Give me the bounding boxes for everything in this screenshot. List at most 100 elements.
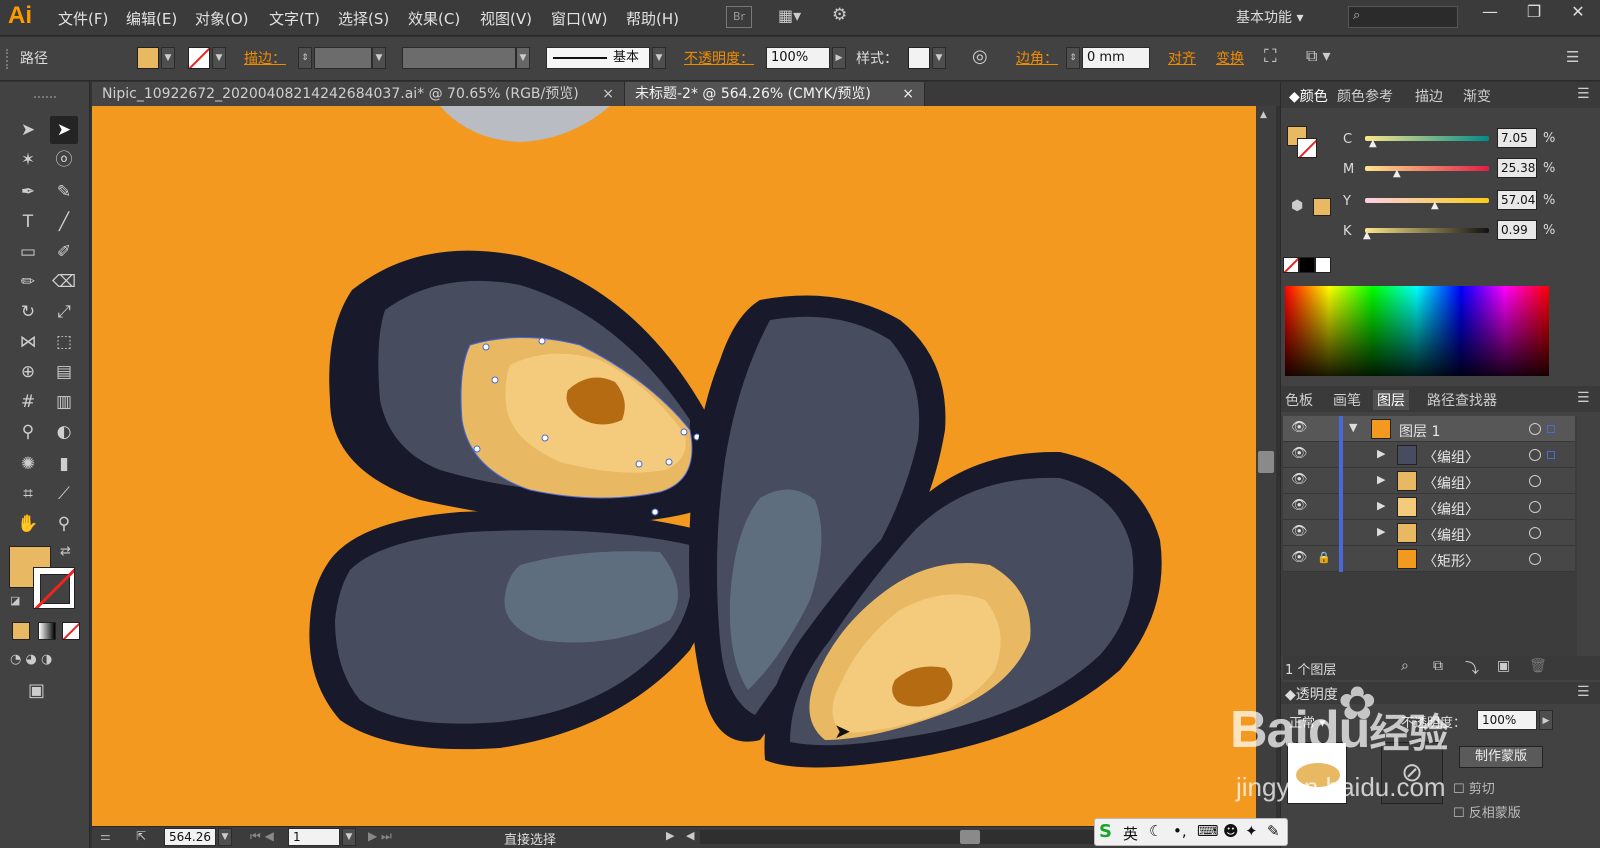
clip-checkbox[interactable]: ☐ 剪切	[1453, 778, 1495, 797]
graphic-style-dropdown[interactable]: ▼	[932, 47, 946, 69]
menu-file[interactable]: 文件(F)	[58, 8, 108, 29]
search-input[interactable]: ⌕	[1348, 6, 1458, 28]
zoom-tool-icon[interactable]: ⚲	[50, 510, 78, 538]
menu-edit[interactable]: 编辑(E)	[126, 8, 177, 29]
color-mode-icon[interactable]	[12, 622, 30, 640]
slider-k-thumb[interactable]: ▲	[1363, 230, 1371, 241]
share-icon[interactable]: ⇱	[136, 829, 146, 843]
stroke-weight-dropdown[interactable]: ▼	[372, 47, 386, 69]
color-spectrum[interactable]	[1285, 286, 1549, 376]
ime-skin-icon[interactable]: ✦	[1245, 822, 1258, 840]
none-swatch[interactable]	[1283, 257, 1299, 273]
stroke-color-box[interactable]	[33, 567, 75, 609]
transform-options-icon[interactable]: ⧉ ▾	[1306, 46, 1331, 66]
default-colors-icon[interactable]: ◪	[10, 594, 20, 607]
screen-mode-icon[interactable]: ▣	[28, 680, 45, 701]
target-circle-icon[interactable]	[1529, 475, 1541, 487]
target-circle-icon[interactable]	[1529, 423, 1541, 435]
slider-y-thumb[interactable]: ▲	[1431, 200, 1439, 211]
corner-stepper[interactable]: ⇕	[1066, 47, 1080, 69]
zoom-field[interactable]: 564.26	[164, 828, 216, 846]
tab-untitled-2[interactable]: 未标题-2* @ 564.26% (CMYK/预览) ×	[625, 82, 925, 106]
layer-row[interactable]: 👁 ▼ 图层 1	[1283, 416, 1575, 442]
magic-wand-tool-icon[interactable]: ✶	[14, 146, 42, 174]
make-mask-button[interactable]: 制作蒙版	[1459, 746, 1543, 768]
ime-tools-icon[interactable]: ✎	[1267, 822, 1280, 840]
ime-toolbar[interactable]: S 英 ☾ •, ⌨ ☻ ✦ ✎	[1094, 818, 1288, 846]
menu-effect[interactable]: 效果(C)	[408, 8, 460, 29]
tab-nipic[interactable]: Nipic_10922672_20200408214242684037.ai* …	[92, 82, 625, 106]
tab-brushes[interactable]: 画笔	[1333, 390, 1361, 410]
tab-layers[interactable]: 图层	[1373, 390, 1409, 410]
bridge-button[interactable]: Br	[726, 6, 752, 28]
control-bar-menu-icon[interactable]: ☰	[1566, 48, 1579, 66]
selection-tool-icon[interactable]: ➤	[14, 116, 42, 144]
out-of-gamut-swatch[interactable]	[1313, 198, 1331, 216]
layer-row[interactable]: 👁 🔒 〈矩形〉	[1283, 546, 1575, 572]
tab-gradient[interactable]: 渐变	[1463, 86, 1491, 106]
target-circle-icon[interactable]	[1529, 527, 1541, 539]
target-circle-icon[interactable]	[1529, 449, 1541, 461]
slice-tool-icon[interactable]: ⟋	[50, 480, 78, 508]
visibility-eye-icon[interactable]: 👁	[1291, 524, 1308, 539]
free-transform-tool-icon[interactable]: ⬚	[50, 328, 78, 356]
slider-m-value[interactable]: 25.38	[1497, 158, 1537, 178]
ime-user-icon[interactable]: ☻	[1223, 822, 1239, 840]
arrange-documents-icon[interactable]: ▦▾	[778, 6, 812, 28]
isolate-object-icon[interactable]: ⛶	[1264, 46, 1277, 67]
slider-y-value[interactable]: 57.04	[1497, 190, 1537, 210]
expand-triangle-icon[interactable]: ▶	[1377, 499, 1385, 512]
expand-triangle-icon[interactable]: ▼	[1349, 421, 1357, 434]
stroke-weight-field[interactable]	[314, 47, 372, 69]
ime-keyboard-icon[interactable]: ⌨	[1197, 822, 1219, 840]
gpu-performance-icon[interactable]: ⚙	[832, 5, 847, 25]
gradient-tool-icon[interactable]: ▥	[50, 388, 78, 416]
curvature-tool-icon[interactable]: ✎	[50, 178, 78, 206]
visibility-eye-icon[interactable]: 👁	[1291, 472, 1308, 487]
transparency-opacity-dropdown[interactable]: ▶	[1539, 710, 1553, 730]
eyedropper-tool-icon[interactable]: ⚲	[14, 418, 42, 446]
lasso-tool-icon[interactable]: ⓞ	[50, 146, 78, 174]
rectangle-tool-icon[interactable]: ▭	[14, 238, 42, 266]
layer-row[interactable]: 👁 ▶ 〈编组〉	[1283, 442, 1575, 468]
tab-color[interactable]: ◆颜色	[1289, 86, 1328, 106]
scroll-left-icon[interactable]: ◀	[686, 829, 694, 842]
column-graph-tool-icon[interactable]: ▮	[50, 450, 78, 478]
slider-c-value[interactable]: 7.05	[1497, 128, 1537, 148]
variable-width-dropdown[interactable]: ▼	[516, 47, 530, 69]
slider-c-thumb[interactable]: ▲	[1369, 138, 1377, 149]
visibility-eye-icon[interactable]: 👁	[1291, 446, 1308, 461]
brush-style-field[interactable]: 基本	[546, 47, 650, 69]
menu-object[interactable]: 对象(O)	[195, 8, 249, 29]
stroke-swatch[interactable]	[1297, 138, 1317, 158]
fill-dropdown[interactable]: ▼	[161, 47, 175, 69]
tab-stroke[interactable]: 描边	[1415, 86, 1443, 106]
line-tool-icon[interactable]: ╱	[50, 208, 78, 236]
new-sublayer-icon[interactable]: ⤵	[1465, 658, 1479, 678]
corner-radius-field[interactable]: 0 mm	[1082, 47, 1150, 69]
artboard-dropdown[interactable]: ▼	[342, 828, 356, 846]
expand-triangle-icon[interactable]: ▶	[1377, 447, 1385, 460]
panel-menu-icon[interactable]: ☰	[1577, 684, 1590, 700]
visibility-eye-icon[interactable]: 👁	[1291, 498, 1308, 513]
shape-builder-tool-icon[interactable]: ⊕	[14, 358, 42, 386]
visibility-eye-icon[interactable]: 👁	[1291, 550, 1308, 565]
artboard-tool-icon[interactable]: ⌗	[14, 480, 42, 508]
artboard-number-field[interactable]: 1	[288, 828, 340, 846]
stroke-label[interactable]: 描边：	[244, 48, 286, 68]
ime-moon-icon[interactable]: ☾	[1149, 822, 1162, 840]
width-tool-icon[interactable]: ⋈	[14, 328, 42, 356]
slider-m-track[interactable]	[1365, 166, 1489, 171]
none-mode-icon[interactable]	[62, 622, 80, 640]
menu-select[interactable]: 选择(S)	[338, 8, 389, 29]
corner-label[interactable]: 边角：	[1016, 48, 1058, 68]
tab-color-guide[interactable]: 颜色参考	[1337, 86, 1393, 106]
pencil-tool-icon[interactable]: ✏	[14, 268, 42, 296]
lock-icon[interactable]: 🔒	[1317, 551, 1331, 564]
symbol-sprayer-tool-icon[interactable]: ✺	[14, 450, 42, 478]
stroke-swatch[interactable]	[188, 47, 210, 69]
invert-mask-checkbox[interactable]: ☐ 反相蒙版	[1453, 802, 1521, 821]
white-swatch[interactable]	[1315, 257, 1331, 273]
paintbrush-tool-icon[interactable]: ✐	[50, 238, 78, 266]
tab-pathfinder[interactable]: 路径查找器	[1427, 390, 1497, 410]
